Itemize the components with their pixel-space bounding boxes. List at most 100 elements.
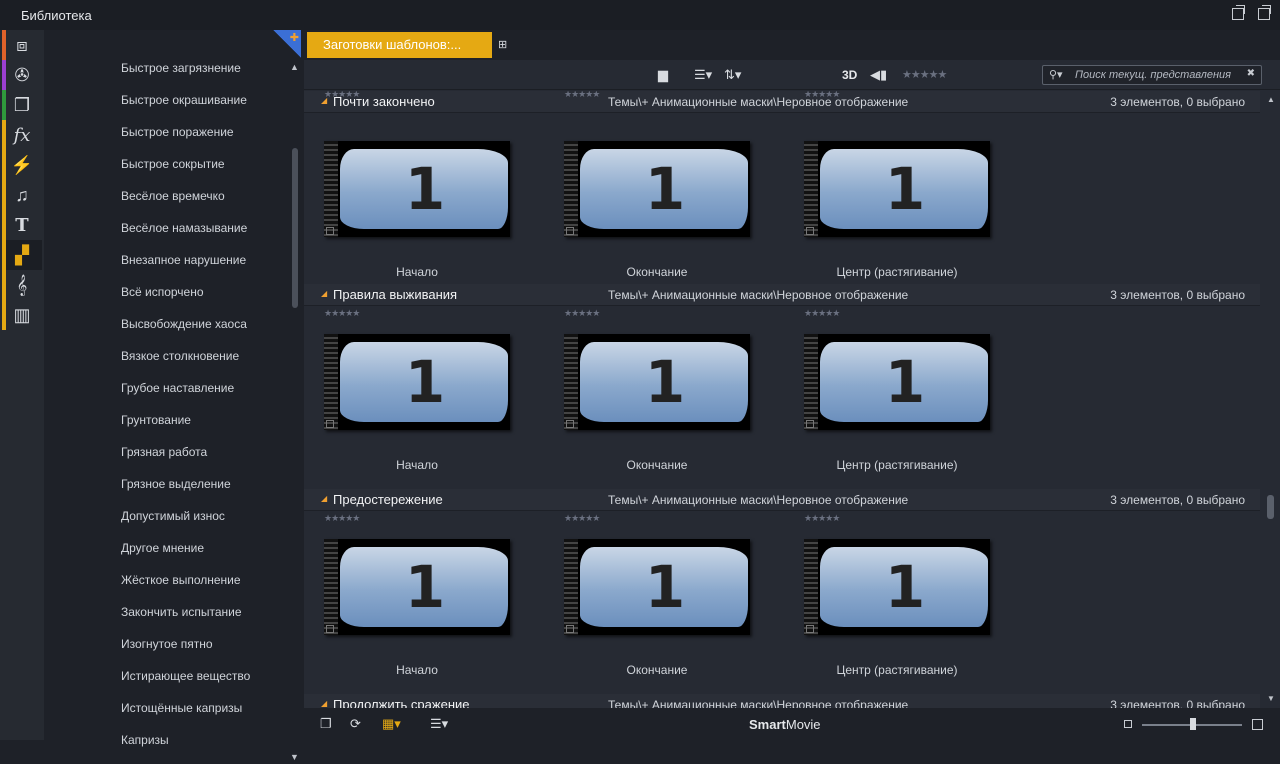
group-header[interactable]: ◢ Продолжить сражение Темы\+ Анимационные … (304, 694, 1260, 708)
sidebar-item[interactable]: Капризы (121, 732, 250, 764)
scroll-down-icon[interactable]: ▼ (290, 752, 299, 762)
category-stripe (2, 300, 6, 330)
category-glyph: ♫ (15, 184, 29, 205)
sort-icon[interactable]: ⇅▾ (724, 67, 741, 83)
clear-search-icon[interactable]: ✖ (1247, 68, 1255, 79)
sidebar-item[interactable]: Истощённые капризы (121, 700, 250, 732)
tab-templates[interactable]: Заготовки шаблонов:... (307, 32, 492, 58)
category-stripe (2, 150, 6, 180)
sidebar-item[interactable]: Быстрое загрязнение (121, 60, 250, 92)
template-thumbnail[interactable]: 1 (804, 539, 990, 635)
tag-icon[interactable]: ◀▮ (870, 67, 887, 83)
template-thumbnail[interactable]: 1 (564, 539, 750, 635)
collapse-triangle-icon[interactable]: ◢ (321, 494, 327, 503)
template-thumbnail[interactable]: 1 (564, 141, 750, 237)
template-icon[interactable]: ▞ (2, 240, 42, 270)
sidebar-item[interactable]: Вязкое столкновение (121, 348, 250, 380)
sidebar-item[interactable]: Истирающее вещество (121, 668, 250, 700)
item-rating[interactable]: ★★★★★ (564, 91, 600, 100)
item-rating[interactable]: ★★★★★ (804, 308, 840, 319)
title-text-icon[interactable]: T (2, 210, 42, 240)
sidebar-item[interactable]: Весёлое намазывание (121, 220, 250, 252)
scroll-down-icon[interactable]: ▼ (1267, 694, 1275, 703)
pin-icon[interactable]: ✚ (273, 30, 301, 58)
collapse-triangle-icon[interactable]: ◢ (321, 699, 327, 708)
sidebar-scroll-thumb[interactable] (292, 148, 298, 308)
search-icon[interactable]: ⚲▾ (1049, 68, 1063, 81)
search-placeholder[interactable]: Поиск текущ. представления (1075, 69, 1231, 81)
item-rating[interactable]: ★★★★★ (564, 308, 600, 319)
preview-number: 1 (884, 553, 926, 621)
smartmovie-button[interactable]: SmartMovie (749, 717, 821, 732)
lightning-icon[interactable]: ⚡ (2, 150, 42, 180)
fx-icon[interactable]: fx (2, 120, 42, 150)
treble-clef-icon[interactable]: 𝄞 (2, 270, 42, 300)
sidebar-scrollbar[interactable]: ▲ ▼ (290, 60, 300, 762)
category-glyph: ✇ (14, 64, 30, 85)
bottom-bar: ❐ ⟳ ▦▾ ☰▾ SmartMovie (304, 708, 1280, 740)
music-note-icon[interactable]: ♫ (2, 180, 42, 210)
collapse-triangle-icon[interactable]: ◢ (321, 289, 327, 298)
item-rating[interactable]: ★★★★★ (324, 513, 360, 524)
item-rating[interactable]: ★★★★★ (324, 308, 360, 319)
copy-icon[interactable]: ❐ (320, 716, 332, 732)
sidebar-item[interactable]: Быстрое сокрытие (121, 156, 250, 188)
sidebar-item[interactable]: Другое мнение (121, 540, 250, 572)
refresh-icon[interactable]: ⟳ (350, 716, 361, 732)
zoom-large-icon[interactable] (1252, 719, 1263, 730)
group-header[interactable]: ◢ Предостережение Темы\+ Анимационные маск… (304, 489, 1260, 511)
add-tab-icon[interactable]: ⊞ (498, 38, 512, 51)
restore-icon[interactable] (1258, 5, 1271, 20)
photos-icon[interactable]: ❐ (2, 90, 42, 120)
sidebar-item[interactable]: Весёлое времечко (121, 188, 250, 220)
group-header[interactable]: ◢ Правила выживания Темы\+ Анимационные ма… (304, 284, 1260, 306)
undock-icon[interactable] (1232, 5, 1245, 20)
sidebar-item[interactable]: Быстрое окрашивание (121, 92, 250, 124)
zoom-slider[interactable] (1124, 718, 1264, 732)
template-thumbnail[interactable]: 1 (804, 141, 990, 237)
sidebar-item[interactable]: Грубое наставление (121, 380, 250, 412)
sidebar-item[interactable]: Жёсткое выполнение (121, 572, 250, 604)
template-thumbnail[interactable]: 1 (324, 539, 510, 635)
3d-filter-button[interactable]: 3D (842, 68, 857, 82)
content-scrollbar[interactable]: ▲ ▼ (1264, 91, 1278, 708)
sidebar-item[interactable]: Высвобождение хаоса (121, 316, 250, 348)
scroll-up-icon[interactable]: ▲ (290, 62, 299, 72)
item-rating[interactable]: ★★★★★ (804, 91, 840, 100)
piano-icon[interactable]: ▥ (2, 300, 42, 330)
template-thumbnail[interactable]: 1 (324, 334, 510, 430)
rating-filter[interactable]: ★★★★★ (902, 68, 947, 81)
zoom-knob[interactable] (1190, 718, 1196, 730)
content-scroll-thumb[interactable] (1267, 495, 1274, 519)
sidebar-item[interactable]: Грунтование (121, 412, 250, 444)
template-thumbnail[interactable]: 1 (564, 334, 750, 430)
sidebar-item[interactable]: Грязная работа (121, 444, 250, 476)
item-rating[interactable]: ★★★★★ (324, 91, 360, 100)
group-name: Правила выживания (333, 287, 458, 302)
scroll-up-icon[interactable]: ▲ (1267, 95, 1275, 104)
group-header[interactable]: ◢ Почти закончено Темы\+ Анимационные маск… (304, 91, 1260, 113)
zoom-small-icon[interactable] (1124, 720, 1132, 728)
sidebar-item[interactable]: Быстрое поражение (121, 124, 250, 156)
category-glyph: ⚡ (10, 154, 34, 175)
film-reel-icon[interactable]: ✇ (2, 60, 42, 90)
sidebar-item[interactable]: Всё испорчено (121, 284, 250, 316)
template-thumbnail[interactable]: 1 (324, 141, 510, 237)
preview-number: 1 (884, 348, 926, 416)
details-view-icon[interactable]: ☰▾ (430, 716, 448, 732)
library-content: ◢ Почти закончено Темы\+ Анимационные маск… (304, 91, 1264, 708)
view-list-icon[interactable]: ☰▾ (694, 67, 712, 83)
grid-view-icon[interactable]: ▦▾ (382, 716, 401, 732)
sidebar-item[interactable]: Грязное выделение (121, 476, 250, 508)
sidebar-item[interactable]: Внезапное нарушение (121, 252, 250, 284)
box-icon[interactable]: ⧈ (2, 30, 42, 60)
category-stripe (2, 210, 6, 240)
sidebar-item[interactable]: Изогнутое пятно (121, 636, 250, 668)
item-rating[interactable]: ★★★★★ (564, 513, 600, 524)
item-rating[interactable]: ★★★★★ (804, 513, 840, 524)
folder-icon[interactable]: ▆ (658, 67, 668, 83)
sidebar-item[interactable]: Допустимый износ (121, 508, 250, 540)
template-thumbnail[interactable]: 1 (804, 334, 990, 430)
search-box[interactable]: ⚲▾ Поиск текущ. представления ✖ (1042, 65, 1262, 85)
sidebar-item[interactable]: Закончить испытание (121, 604, 250, 636)
